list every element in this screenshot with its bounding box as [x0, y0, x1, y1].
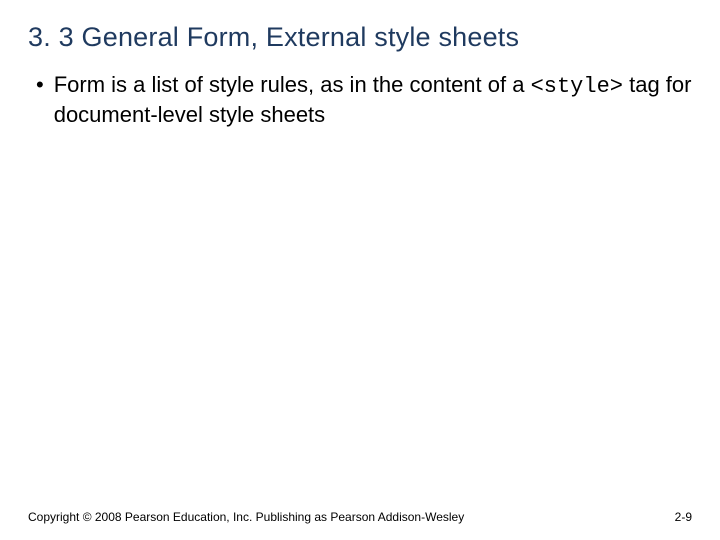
bullet-text-before: Form is a list of style rules, as in the…	[54, 72, 531, 97]
code-literal: <style>	[531, 74, 623, 99]
bullet-marker: •	[36, 71, 44, 99]
slide-title: 3. 3 General Form, External style sheets	[28, 22, 692, 53]
footer: Copyright © 2008 Pearson Education, Inc.…	[28, 510, 692, 524]
slide: 3. 3 General Form, External style sheets…	[0, 0, 720, 540]
bullet-item: • Form is a list of style rules, as in t…	[28, 71, 692, 128]
copyright-text: Copyright © 2008 Pearson Education, Inc.…	[28, 510, 464, 524]
bullet-text: Form is a list of style rules, as in the…	[54, 71, 692, 128]
page-number: 2-9	[675, 510, 692, 524]
